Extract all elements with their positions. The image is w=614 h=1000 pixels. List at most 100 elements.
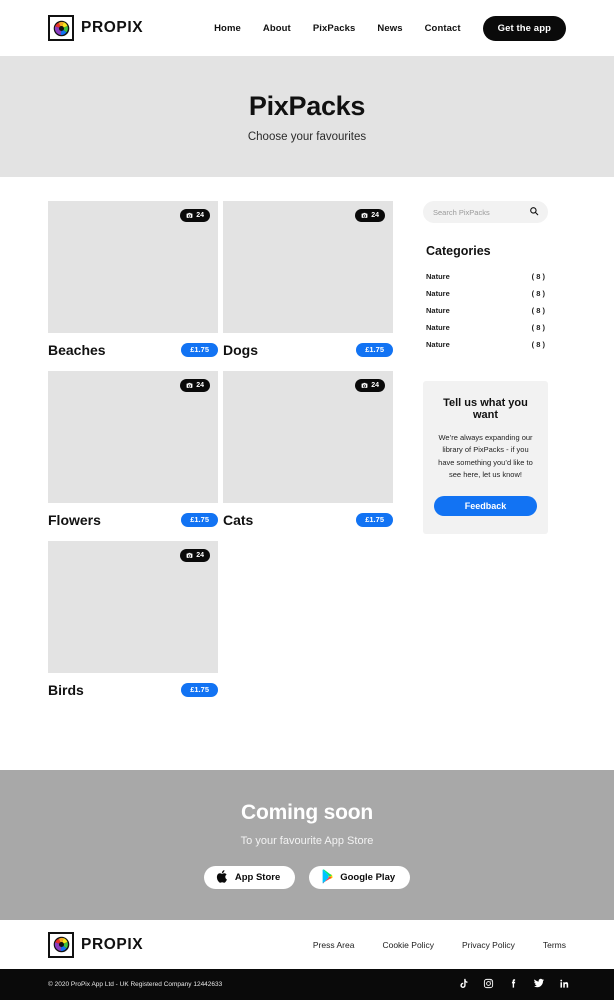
pixpack-card[interactable]: 24 Beaches £1.75 bbox=[48, 201, 218, 358]
feedback-title: Tell us what you want bbox=[443, 397, 528, 421]
logo[interactable]: PROPIX bbox=[48, 15, 143, 41]
pixpack-footer: Birds £1.75 bbox=[48, 682, 218, 698]
pixpack-card[interactable]: 24 Flowers £1.75 bbox=[48, 371, 218, 528]
feedback-body: We’re always expanding our library of Pi… bbox=[438, 433, 533, 480]
photo-count-value: 24 bbox=[196, 382, 204, 389]
category-label: Nature bbox=[426, 323, 450, 332]
app-store-button[interactable]: App Store bbox=[203, 866, 296, 889]
twitter-icon[interactable] bbox=[533, 976, 545, 994]
pixpack-footer: Flowers £1.75 bbox=[48, 512, 218, 528]
nav-item-news[interactable]: News bbox=[377, 23, 402, 34]
page-title: PixPacks bbox=[248, 90, 366, 121]
pixpack-card[interactable]: 24 Birds £1.75 bbox=[48, 541, 218, 698]
category-label: Nature bbox=[426, 306, 450, 315]
google-play-button[interactable]: Google Play bbox=[309, 866, 411, 889]
category-count: ( 8 ) bbox=[531, 306, 545, 315]
footer-links: Press Area Cookie Policy Privacy Policy … bbox=[313, 940, 566, 950]
social-links bbox=[458, 976, 570, 994]
site-header: PROPIX Home About PixPacks News Contact … bbox=[0, 0, 614, 56]
category-count: ( 8 ) bbox=[531, 272, 545, 281]
footer-legal-bar: © 2020 ProPix App Ltd - UK Registered Co… bbox=[0, 969, 614, 1000]
search-icon[interactable] bbox=[529, 203, 539, 221]
pixpack-thumbnail[interactable]: 24 bbox=[223, 201, 393, 333]
photo-count-value: 24 bbox=[196, 552, 204, 559]
pixpack-price-badge[interactable]: £1.75 bbox=[181, 683, 218, 697]
nav-item-pixpacks[interactable]: PixPacks bbox=[313, 23, 356, 34]
google-play-icon bbox=[321, 868, 334, 887]
coming-soon-title: Coming soon bbox=[241, 801, 373, 824]
photo-count-value: 24 bbox=[196, 212, 204, 219]
pixpack-title: Dogs bbox=[223, 342, 258, 358]
pixpack-title: Flowers bbox=[48, 512, 101, 528]
instagram-icon[interactable] bbox=[483, 976, 494, 994]
pixpack-footer: Dogs £1.75 bbox=[223, 342, 393, 358]
feedback-panel: Tell us what you want We’re always expan… bbox=[423, 381, 548, 534]
feedback-button[interactable]: Feedback bbox=[434, 495, 537, 516]
footer-logo[interactable]: PROPIX bbox=[48, 931, 144, 958]
category-label: Nature bbox=[426, 272, 450, 281]
footer-link-press-area[interactable]: Press Area bbox=[313, 940, 355, 950]
footer-link-privacy-policy[interactable]: Privacy Policy bbox=[462, 940, 515, 950]
aperture-camera-icon bbox=[48, 15, 74, 41]
category-item[interactable]: Nature ( 8 ) bbox=[423, 336, 548, 353]
category-item[interactable]: Nature ( 8 ) bbox=[423, 302, 548, 319]
sidebar: Categories Nature ( 8 ) Nature ( 8 ) Nat… bbox=[423, 201, 548, 534]
main-nav: Home About PixPacks News Contact Get the… bbox=[214, 15, 566, 41]
facebook-icon[interactable] bbox=[508, 976, 519, 994]
search-box[interactable] bbox=[423, 201, 548, 223]
photo-count-badge: 24 bbox=[355, 379, 385, 392]
photo-count-badge: 24 bbox=[180, 549, 210, 562]
page-subtitle: Choose your favourites bbox=[247, 130, 367, 143]
search-input[interactable] bbox=[433, 207, 525, 217]
pixpack-thumbnail[interactable]: 24 bbox=[223, 371, 393, 503]
hero-banner: PixPacks Choose your favourites bbox=[0, 56, 614, 177]
pixpack-title: Birds bbox=[48, 682, 84, 698]
pixpack-thumbnail[interactable]: 24 bbox=[48, 371, 218, 503]
pixpack-price-badge[interactable]: £1.75 bbox=[181, 343, 218, 357]
footer: PROPIX Press Area Cookie Policy Privacy … bbox=[0, 920, 614, 969]
photo-count-value: 24 bbox=[371, 382, 379, 389]
pixpack-title: Beaches bbox=[48, 342, 106, 358]
pixpack-grid: 24 Beaches £1.75 24 Dogs £1.75 24 Flower… bbox=[48, 201, 393, 711]
categories-heading: Categories bbox=[426, 244, 491, 258]
tiktok-icon[interactable] bbox=[458, 976, 469, 994]
category-count: ( 8 ) bbox=[531, 289, 545, 298]
nav-item-home[interactable]: Home bbox=[214, 23, 241, 34]
photo-count-badge: 24 bbox=[180, 209, 210, 222]
pixpack-card[interactable]: 24 Dogs £1.75 bbox=[223, 201, 393, 358]
coming-soon-subtitle: To your favourite App Store bbox=[240, 835, 374, 847]
google-play-label: Google Play bbox=[340, 872, 396, 883]
store-buttons: App Store Google Play bbox=[203, 866, 411, 889]
pixpack-price-badge[interactable]: £1.75 bbox=[356, 513, 393, 527]
footer-link-terms[interactable]: Terms bbox=[543, 940, 566, 950]
get-the-app-button[interactable]: Get the app bbox=[482, 15, 566, 41]
coming-soon-band: Coming soon To your favourite App Store … bbox=[0, 770, 614, 920]
category-label: Nature bbox=[426, 289, 450, 298]
aperture-camera-icon bbox=[48, 931, 74, 958]
app-store-label: App Store bbox=[234, 872, 281, 883]
footer-logo-text: PROPIX bbox=[81, 935, 144, 953]
pixpack-price-badge[interactable]: £1.75 bbox=[356, 343, 393, 357]
linkedin-icon[interactable] bbox=[559, 976, 570, 994]
category-count: ( 8 ) bbox=[531, 340, 545, 349]
footer-link-cookie-policy[interactable]: Cookie Policy bbox=[382, 940, 434, 950]
apple-icon bbox=[216, 869, 229, 887]
logo-text: PROPIX bbox=[81, 19, 144, 36]
pixpack-thumbnail[interactable]: 24 bbox=[48, 201, 218, 333]
category-item[interactable]: Nature ( 8 ) bbox=[423, 268, 548, 285]
category-item[interactable]: Nature ( 8 ) bbox=[423, 319, 548, 336]
pixpack-title: Cats bbox=[223, 512, 254, 528]
pixpack-footer: Cats £1.75 bbox=[223, 512, 393, 528]
nav-item-contact[interactable]: Contact bbox=[425, 23, 461, 34]
category-item[interactable]: Nature ( 8 ) bbox=[423, 285, 548, 302]
pixpack-footer: Beaches £1.75 bbox=[48, 342, 218, 358]
pixpack-card[interactable]: 24 Cats £1.75 bbox=[223, 371, 393, 528]
copyright-text: © 2020 ProPix App Ltd - UK Registered Co… bbox=[48, 981, 223, 988]
category-count: ( 8 ) bbox=[531, 323, 545, 332]
pixpack-price-badge[interactable]: £1.75 bbox=[181, 513, 218, 527]
photo-count-value: 24 bbox=[371, 212, 379, 219]
main-content: 24 Beaches £1.75 24 Dogs £1.75 24 Flower… bbox=[0, 177, 614, 711]
pixpack-thumbnail[interactable]: 24 bbox=[48, 541, 218, 673]
nav-item-about[interactable]: About bbox=[263, 23, 291, 34]
photo-count-badge: 24 bbox=[355, 209, 385, 222]
